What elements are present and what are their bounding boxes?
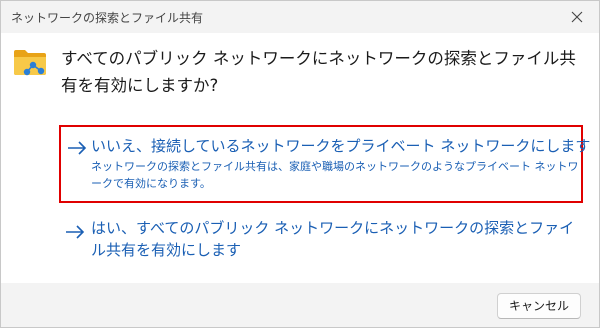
cancel-button[interactable]: キャンセル — [497, 293, 581, 319]
close-button[interactable] — [555, 1, 599, 33]
option-enable-public-title: はい、すべてのパブリック ネットワークにネットワークの探索とファイル共有を有効に… — [91, 219, 575, 259]
network-folder-icon — [14, 50, 46, 76]
dialog-question: すべてのパブリック ネットワークにネットワークの探索とファイル共有を有効にします… — [61, 49, 576, 95]
arrow-right-icon — [68, 141, 87, 155]
title-bar: ネットワークの探索とファイル共有 — [1, 1, 599, 33]
option-make-private-title: いいえ、接続しているネットワークをプライベート ネットワークにします — [91, 137, 591, 155]
option-make-private-description: ネットワークの探索とファイル共有は、家庭や職場のネットワークのようなプライベート… — [91, 160, 579, 190]
option-make-private[interactable]: いいえ、接続しているネットワークをプライベート ネットワークにします ネットワー… — [59, 125, 590, 203]
arrow-right-icon — [66, 225, 85, 239]
window-title: ネットワークの探索とファイル共有 — [11, 11, 204, 25]
close-icon — [571, 11, 583, 23]
option-enable-public[interactable]: はい、すべてのパブリック ネットワークにネットワークの探索とファイル共有を有効に… — [61, 217, 581, 267]
dialog-footer: キャンセル — [1, 283, 599, 327]
dialog-window: ネットワークの探索とファイル共有 すべてのパブリック ネットワークにネットワーク… — [0, 0, 600, 328]
